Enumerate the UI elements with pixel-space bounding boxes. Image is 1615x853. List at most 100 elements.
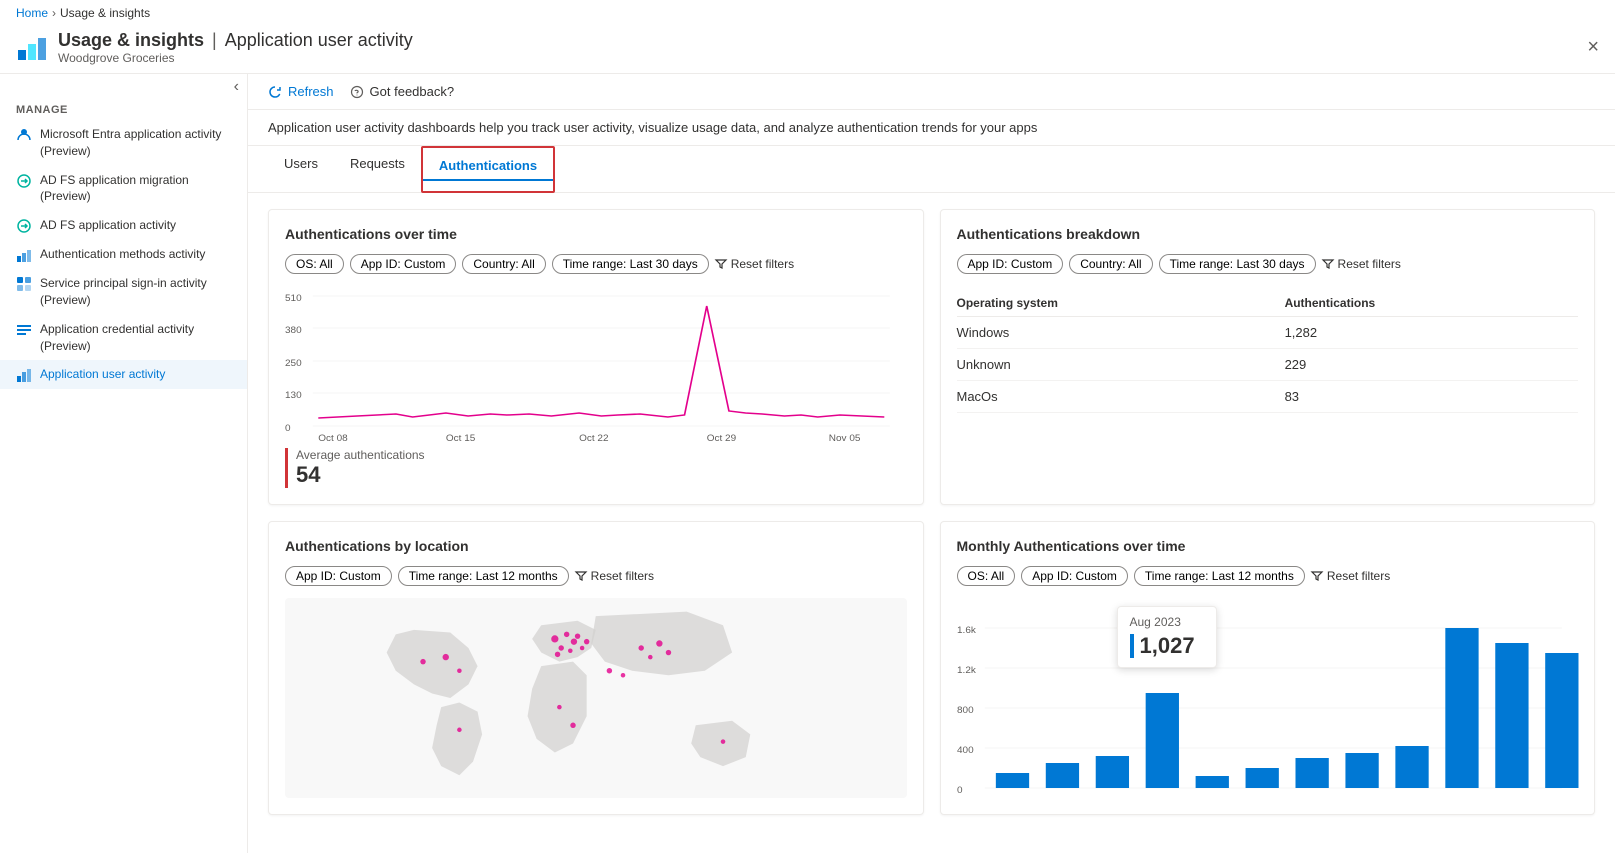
- filter-os-all[interactable]: OS: All: [285, 254, 344, 274]
- main-content: Refresh Got feedback? Application user a…: [248, 74, 1615, 853]
- reset-filters-button[interactable]: Reset filters: [715, 257, 794, 271]
- map-container: [285, 598, 907, 798]
- page-header: Usage & insights | Application user acti…: [0, 26, 1615, 74]
- arrow-icon: [16, 173, 32, 189]
- refresh-icon: [268, 85, 282, 99]
- world-map: [285, 598, 907, 798]
- filter-icon: [715, 258, 727, 270]
- grid-icon: [16, 276, 32, 292]
- tabs-bar: Users Requests Authentications: [248, 146, 1615, 193]
- sidebar-item-adfs-migration[interactable]: AD FS application migration (Preview): [0, 166, 247, 212]
- description-text: Application user activity dashboards hel…: [248, 110, 1615, 146]
- auth-by-location-title: Authentications by location: [285, 538, 907, 554]
- tab-users-label: Users: [284, 156, 318, 171]
- sidebar-item-app-user-activity-label: Application user activity: [40, 366, 165, 383]
- svg-text:130: 130: [285, 390, 302, 400]
- close-button[interactable]: ×: [1587, 36, 1599, 59]
- filter-appid-custom[interactable]: App ID: Custom: [350, 254, 457, 274]
- tab-authentications[interactable]: Authentications: [421, 146, 555, 193]
- sidebar-item-adfs-activity[interactable]: AD FS application activity: [0, 211, 247, 240]
- auth-over-time-card: Authentications over time OS: All App ID…: [268, 209, 924, 505]
- svg-text:Oct 29: Oct 29: [707, 433, 736, 443]
- sidebar-item-service-principal[interactable]: Service principal sign-in activity (Prev…: [0, 269, 247, 315]
- breakdown-filter-appid[interactable]: App ID: Custom: [957, 254, 1064, 274]
- monthly-reset-filters[interactable]: Reset filters: [1311, 569, 1390, 583]
- sidebar-item-app-credential[interactable]: Application credential activity (Preview…: [0, 315, 247, 361]
- svg-text:Oct 08: Oct 08: [318, 433, 347, 443]
- monthly-chart: 0 400 800 1.2k 1.6k: [957, 598, 1579, 798]
- svg-text:Oct 15: Oct 15: [446, 433, 475, 443]
- tooltip-month: Aug 2023: [1130, 615, 1204, 629]
- sidebar-item-app-user-activity[interactable]: Application user activity: [0, 360, 247, 389]
- auth-over-time-filters: OS: All App ID: Custom Country: All Time…: [285, 254, 907, 274]
- location-filters: App ID: Custom Time range: Last 12 month…: [285, 566, 907, 586]
- org-name: Woodgrove Groceries: [58, 51, 413, 65]
- sidebar-item-entra-app[interactable]: Microsoft Entra application activity (Pr…: [0, 120, 247, 166]
- svg-text:1.6k: 1.6k: [957, 625, 976, 635]
- svg-text:Nov 05: Nov 05: [829, 433, 861, 443]
- sidebar-collapse-button[interactable]: ‹: [234, 78, 239, 96]
- svg-text:800: 800: [957, 705, 974, 715]
- svg-text:380: 380: [285, 325, 302, 335]
- content-area: Authentications over time OS: All App ID…: [248, 193, 1615, 831]
- count-windows: 1,282: [1285, 317, 1578, 349]
- sidebar-item-service-principal-label: Service principal sign-in activity (Prev…: [40, 275, 231, 309]
- monthly-filter-time[interactable]: Time range: Last 12 months: [1134, 566, 1305, 586]
- feedback-icon: [350, 85, 364, 99]
- monthly-filter-icon: [1311, 570, 1323, 582]
- breakdown-filter-country[interactable]: Country: All: [1069, 254, 1152, 274]
- auth-by-location-card: Authentications by location App ID: Cust…: [268, 521, 924, 815]
- svg-text:Oct 22: Oct 22: [579, 433, 608, 443]
- adfs-icon: [16, 218, 32, 234]
- sidebar-manage-label: Manage: [0, 100, 247, 120]
- table-row-windows: Windows 1,282: [957, 317, 1579, 349]
- feedback-button[interactable]: Got feedback?: [350, 84, 455, 99]
- title-separator: |: [212, 30, 217, 51]
- chart-icon: [16, 247, 32, 263]
- chart-tooltip: Aug 2023 1,027: [1117, 606, 1217, 668]
- breadcrumb-current: Usage & insights: [60, 6, 150, 20]
- breadcrumb: Home › Usage & insights: [0, 0, 1615, 26]
- app-icon: [16, 32, 48, 64]
- lines-icon: [16, 322, 32, 338]
- sidebar: ‹ Manage Microsoft Entra application act…: [0, 74, 248, 853]
- auth-chart-svg-container: 0 130 250 380 510 Oct 08: [285, 286, 907, 436]
- monthly-filter-os[interactable]: OS: All: [957, 566, 1016, 586]
- svg-text:400: 400: [957, 745, 974, 755]
- sidebar-item-adfs-migration-label: AD FS application migration (Preview): [40, 172, 231, 206]
- monthly-auth-title: Monthly Authentications over time: [957, 538, 1579, 554]
- breakdown-filter-icon: [1322, 258, 1334, 270]
- os-unknown: Unknown: [957, 349, 1285, 381]
- auth-over-time-chart: 0 130 250 380 510 Oct 08: [285, 286, 907, 436]
- sidebar-item-adfs-activity-label: AD FS application activity: [40, 217, 176, 234]
- monthly-filters: OS: All App ID: Custom Time range: Last …: [957, 566, 1579, 586]
- sidebar-item-auth-methods[interactable]: Authentication methods activity: [0, 240, 247, 269]
- filter-time-range[interactable]: Time range: Last 30 days: [552, 254, 709, 274]
- col-os: Operating system: [957, 290, 1285, 317]
- avg-value: 54: [296, 462, 907, 488]
- monthly-filter-appid[interactable]: App ID: Custom: [1021, 566, 1128, 586]
- sidebar-item-auth-methods-label: Authentication methods activity: [40, 246, 205, 263]
- page-title-main: Usage & insights: [58, 30, 204, 51]
- tab-users[interactable]: Users: [268, 146, 334, 192]
- location-reset-filters[interactable]: Reset filters: [575, 569, 654, 583]
- svg-text:0: 0: [957, 785, 963, 795]
- refresh-button[interactable]: Refresh: [268, 84, 334, 99]
- monthly-auth-card: Monthly Authentications over time OS: Al…: [940, 521, 1596, 815]
- auth-breakdown-filters: App ID: Custom Country: All Time range: …: [957, 254, 1579, 274]
- auth-breakdown-title: Authentications breakdown: [957, 226, 1579, 242]
- filter-country-all[interactable]: Country: All: [462, 254, 545, 274]
- tab-requests-label: Requests: [350, 156, 405, 171]
- location-filter-time[interactable]: Time range: Last 12 months: [398, 566, 569, 586]
- breakdown-filter-time[interactable]: Time range: Last 30 days: [1159, 254, 1316, 274]
- table-row-macos: MacOs 83: [957, 381, 1579, 413]
- breakdown-reset-filters[interactable]: Reset filters: [1322, 257, 1401, 271]
- avg-label: Average authentications: [296, 448, 907, 462]
- feedback-label: Got feedback?: [370, 84, 455, 99]
- chart2-icon: [16, 367, 32, 383]
- location-filter-appid[interactable]: App ID: Custom: [285, 566, 392, 586]
- tab-requests[interactable]: Requests: [334, 146, 421, 192]
- breadcrumb-separator: ›: [52, 6, 56, 20]
- svg-text:0: 0: [285, 423, 291, 433]
- breadcrumb-home[interactable]: Home: [16, 6, 48, 20]
